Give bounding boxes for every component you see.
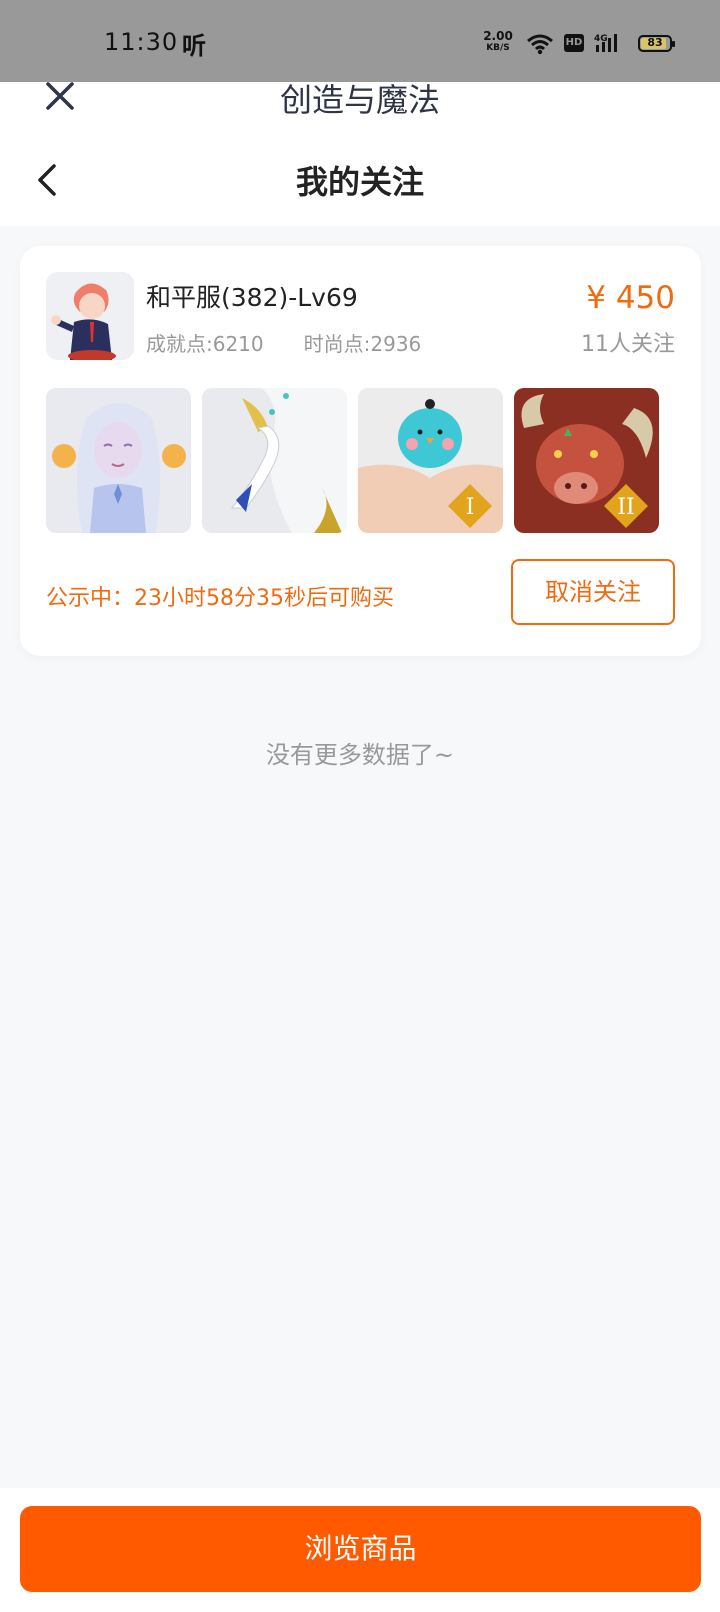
bird-pet-thumbnail[interactable]: I (358, 388, 503, 533)
purchase-countdown: 公示中：23小时58分35秒后可购买 (46, 586, 394, 611)
page-header: 创造与魔法 我的关注 (0, 82, 720, 226)
pet-spirit-thumbnail[interactable] (46, 388, 191, 533)
price: ¥ 450 (586, 280, 675, 316)
follower-count: 11人关注 (581, 332, 675, 357)
unfollow-button[interactable]: 取消关注 (511, 559, 675, 625)
character-avatar (46, 272, 134, 360)
clock: 11:30 (104, 28, 179, 56)
cell-signal-icon: 4G (594, 34, 617, 52)
wifi-icon (527, 34, 553, 55)
app-title: 创造与魔法 (279, 81, 440, 119)
swan-mount-thumbnail[interactable] (202, 388, 347, 533)
achievement-points: 成就点:6210 (146, 332, 264, 356)
bottom-bar: 浏览商品 (0, 1488, 720, 1612)
battery-icon: 83 (638, 35, 675, 52)
status-bar: 11:30 听 2.00 KB/S HD 4G 83 (0, 0, 720, 82)
browse-products-button[interactable]: 浏览商品 (20, 1506, 701, 1592)
svg-text:4G: 4G (594, 34, 608, 44)
page-title: 我的关注 (295, 163, 424, 201)
hd-icon: HD (564, 34, 584, 52)
tier-badge: I (466, 495, 475, 520)
followed-listing-card[interactable]: 和平服(382)-Lv69 成就点:6210 时尚点:2936 ¥ 450 11人… (20, 246, 701, 656)
tier-badge: II (617, 495, 634, 520)
listen-indicator: 听 (182, 32, 206, 60)
close-icon[interactable] (40, 82, 80, 118)
network-speed: 2.00 KB/S (483, 29, 513, 53)
end-of-list-text: 没有更多数据了~ (265, 741, 455, 769)
fashion-points: 时尚点:2936 (303, 332, 422, 356)
demon-mount-thumbnail[interactable]: II (514, 388, 659, 533)
server-level: 和平服(382)-Lv69 (146, 283, 358, 312)
character-stats: 成就点:6210 时尚点:2936 (146, 328, 421, 357)
